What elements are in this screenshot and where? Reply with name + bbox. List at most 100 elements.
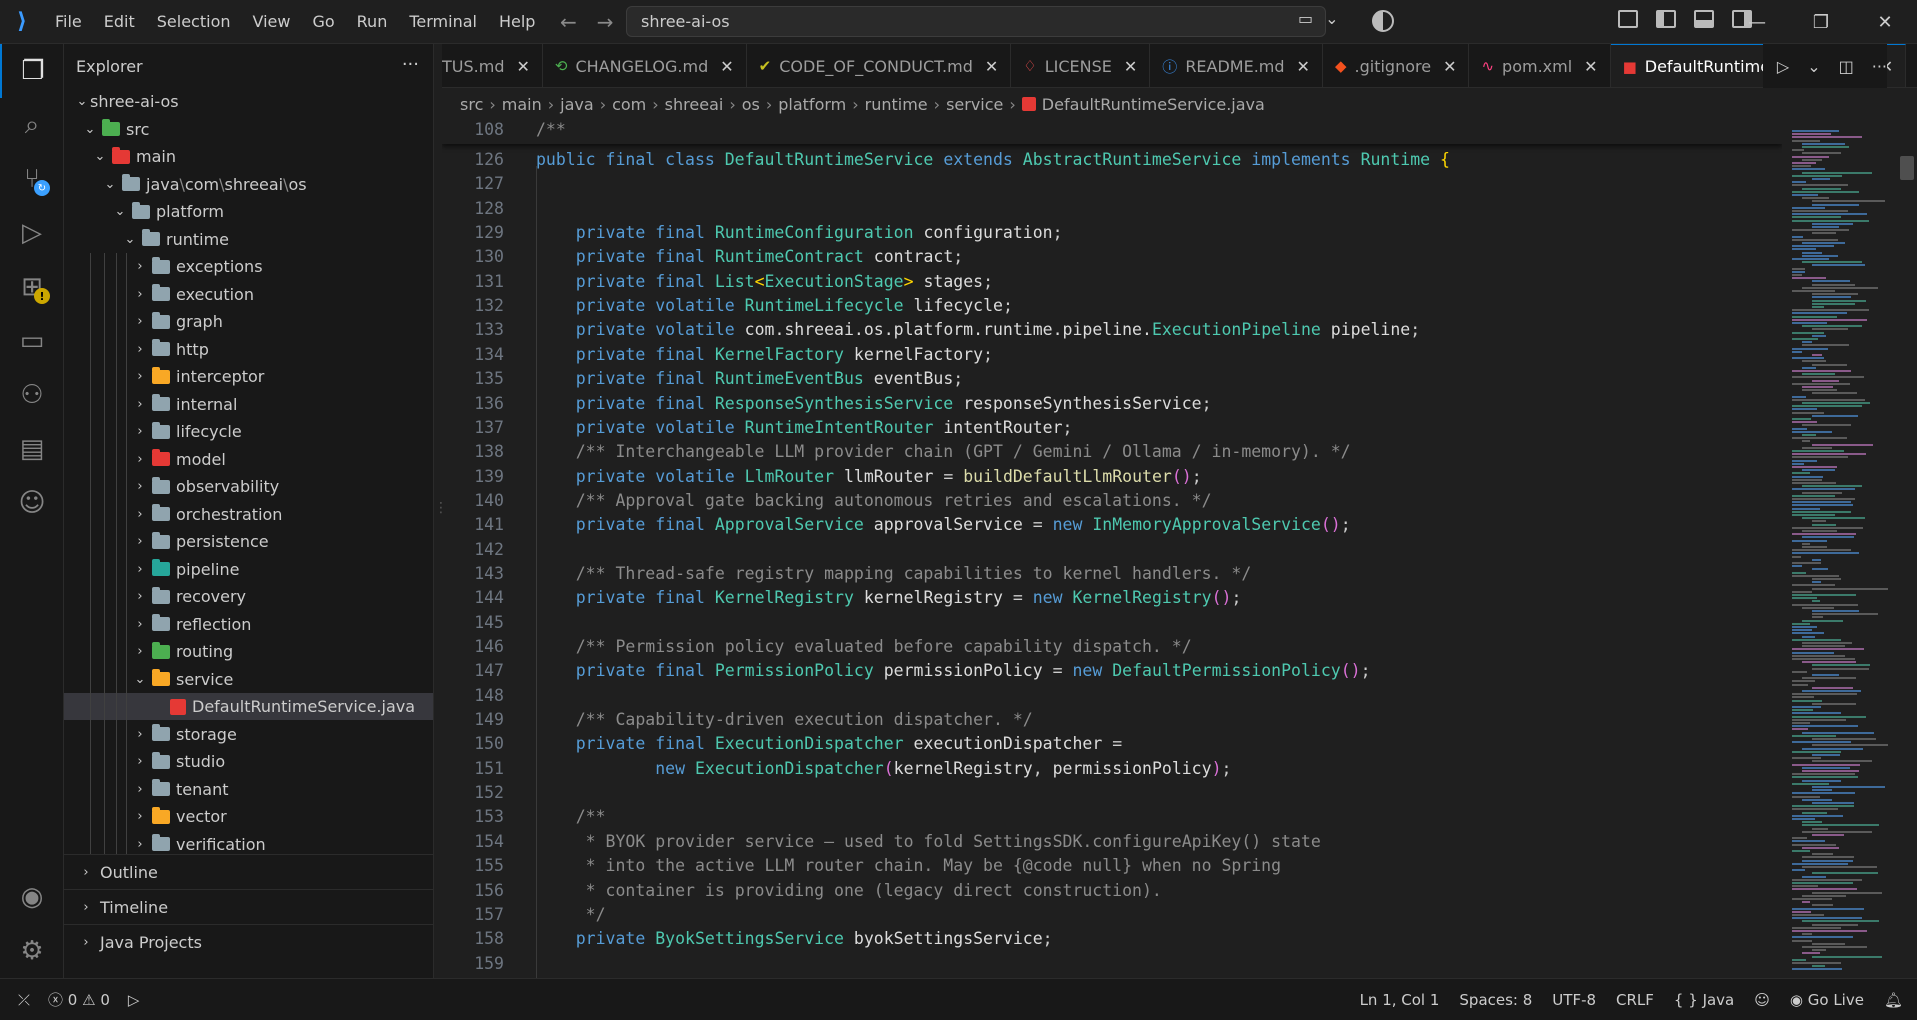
more-actions-icon[interactable]: ··· bbox=[402, 54, 419, 75]
run-debug-status-icon[interactable]: ▷ bbox=[128, 991, 140, 1009]
breadcrumb-item[interactable]: service bbox=[946, 95, 1003, 114]
tree-folder-reflection[interactable]: › reflection bbox=[64, 611, 433, 638]
tree-folder-exceptions[interactable]: › exceptions bbox=[64, 253, 433, 280]
code-line[interactable]: 145 bbox=[442, 611, 1782, 635]
customize-layout-icon[interactable] bbox=[1618, 10, 1638, 28]
breadcrumb-item[interactable]: platform bbox=[778, 95, 846, 114]
line-ending[interactable]: CRLF bbox=[1616, 991, 1654, 1009]
accounts-shield-icon[interactable] bbox=[1372, 10, 1394, 32]
code-line[interactable]: 140 /** Approval gate backing autonomous… bbox=[442, 489, 1782, 513]
code-line[interactable]: 148 bbox=[442, 684, 1782, 708]
tab-readme-md[interactable]: ⓘ README.md ✕ bbox=[1150, 44, 1323, 87]
tree-folder-recovery[interactable]: › recovery bbox=[64, 583, 433, 610]
tab--gitignore[interactable]: ◆ .gitignore ✕ bbox=[1323, 44, 1470, 87]
tab-changelog-md[interactable]: ⟲ CHANGELOG.md ✕ bbox=[543, 44, 747, 87]
tree-folder-main[interactable]: ⌄ main bbox=[64, 143, 433, 170]
forward-arrow-icon[interactable]: → bbox=[597, 10, 614, 34]
menu-file[interactable]: File bbox=[44, 0, 93, 44]
run-debug-icon[interactable]: ▷ bbox=[0, 206, 64, 260]
language-mode[interactable]: { } Java bbox=[1674, 991, 1734, 1009]
split-editor-icon[interactable]: ◫ bbox=[1839, 57, 1854, 76]
tree-folder-execution[interactable]: › execution bbox=[64, 281, 433, 308]
toggle-primary-sidebar-icon[interactable] bbox=[1656, 10, 1676, 28]
code-editor[interactable]: 108 /** 126 public final class DefaultRun… bbox=[442, 120, 1782, 978]
source-control-icon[interactable]: ⑂ ↻ bbox=[0, 152, 64, 206]
tree-folder-java-path[interactable]: ⌄ java \ com \ shreeai \ os bbox=[64, 171, 433, 198]
menu-terminal[interactable]: Terminal bbox=[398, 0, 488, 44]
code-line[interactable]: 158 private ByokSettingsService byokSett… bbox=[442, 927, 1782, 951]
settings-gear-icon[interactable]: ⚙ bbox=[0, 924, 64, 978]
sticky-scroll-line[interactable]: 108 /** bbox=[442, 120, 1782, 144]
menu-edit[interactable]: Edit bbox=[93, 0, 146, 44]
code-line[interactable]: 134 private final KernelFactory kernelFa… bbox=[442, 343, 1782, 367]
code-line[interactable]: 139 private volatile LlmRouter llmRouter… bbox=[442, 465, 1782, 489]
tree-folder-service[interactable]: ⌄ service bbox=[64, 666, 433, 693]
menu-selection[interactable]: Selection bbox=[146, 0, 242, 44]
breadcrumb-item[interactable]: os bbox=[742, 95, 760, 114]
back-arrow-icon[interactable]: ← bbox=[560, 10, 577, 34]
copilot-chat-button[interactable]: ▭ ⌄ bbox=[1298, 9, 1339, 28]
menu-help[interactable]: Help bbox=[488, 0, 546, 44]
tree-folder-platform[interactable]: ⌄ platform bbox=[64, 198, 433, 225]
tree-folder-persistence[interactable]: › persistence bbox=[64, 528, 433, 555]
tab-pom-xml[interactable]: ∿ pom.xml ✕ bbox=[1469, 44, 1611, 87]
tree-folder-lifecycle[interactable]: › lifecycle bbox=[64, 418, 433, 445]
code-line[interactable]: 137 private volatile RuntimeIntentRouter… bbox=[442, 416, 1782, 440]
scrollbar-thumb[interactable] bbox=[1900, 156, 1914, 180]
cursor-position[interactable]: Ln 1, Col 1 bbox=[1360, 991, 1440, 1009]
tree-folder-studio[interactable]: › studio bbox=[64, 748, 433, 775]
code-line[interactable]: 132 private volatile RuntimeLifecycle li… bbox=[442, 294, 1782, 318]
code-line[interactable]: 136 private final ResponseSynthesisServi… bbox=[442, 392, 1782, 416]
tree-folder-tenant[interactable]: › tenant bbox=[64, 776, 433, 803]
tree-folder-storage[interactable]: › storage bbox=[64, 721, 433, 748]
menu-view[interactable]: View bbox=[242, 0, 302, 44]
tree-file-selected[interactable]: DefaultRuntimeService.java bbox=[64, 693, 433, 720]
tree-folder-model[interactable]: › model bbox=[64, 446, 433, 473]
code-line[interactable]: 127 bbox=[442, 172, 1782, 196]
breadcrumb-item[interactable]: DefaultRuntimeService.java bbox=[1042, 95, 1265, 114]
restore-button[interactable]: ❐ bbox=[1789, 0, 1853, 44]
tab-tus-md[interactable]: TUS.md ✕ bbox=[442, 44, 543, 87]
remote-icon[interactable]: ⤫ bbox=[18, 991, 30, 1009]
search-icon[interactable]: ⌕ bbox=[0, 98, 64, 152]
explorer-icon[interactable]: ❐ bbox=[0, 44, 64, 98]
code-line[interactable]: 141 private final ApprovalService approv… bbox=[442, 513, 1782, 537]
section-outline[interactable]: › Outline bbox=[64, 854, 433, 889]
tree-folder-internal[interactable]: › internal bbox=[64, 391, 433, 418]
code-line[interactable]: 143 /** Thread-safe registry mapping cap… bbox=[442, 562, 1782, 586]
close-icon[interactable]: ✕ bbox=[1124, 57, 1137, 76]
code-line[interactable]: 156 * container is providing one (legacy… bbox=[442, 879, 1782, 903]
python-icon[interactable]: ⚇ bbox=[0, 368, 64, 422]
close-icon[interactable]: ✕ bbox=[985, 57, 998, 76]
close-window-button[interactable]: ✕ bbox=[1853, 0, 1917, 44]
code-line[interactable]: 153 /** bbox=[442, 805, 1782, 829]
tree-folder-runtime[interactable]: ⌄ runtime bbox=[64, 226, 433, 253]
close-icon[interactable]: ✕ bbox=[1584, 57, 1597, 76]
chevron-down-icon[interactable]: ⌄ bbox=[1807, 57, 1820, 76]
tree-folder-observability[interactable]: › observability bbox=[64, 473, 433, 500]
menu-go[interactable]: Go bbox=[301, 0, 345, 44]
menu-run[interactable]: Run bbox=[346, 0, 399, 44]
indentation[interactable]: Spaces: 8 bbox=[1459, 991, 1532, 1009]
breadcrumb-item[interactable]: java bbox=[560, 95, 594, 114]
section-timeline[interactable]: › Timeline bbox=[64, 889, 433, 924]
copilot-status-icon[interactable]: ☺ bbox=[1754, 991, 1770, 1009]
code-line[interactable]: 155 * into the active LLM router chain. … bbox=[442, 854, 1782, 878]
tree-folder-interceptor[interactable]: › interceptor bbox=[64, 363, 433, 390]
toggle-panel-icon[interactable] bbox=[1694, 10, 1714, 28]
tab-license[interactable]: ♢ LICENSE ✕ bbox=[1011, 44, 1151, 87]
tree-folder-src[interactable]: ⌄ src bbox=[64, 116, 433, 143]
code-line[interactable]: 147 private final PermissionPolicy permi… bbox=[442, 659, 1782, 683]
code-line[interactable]: 154 * BYOK provider service — used to fo… bbox=[442, 830, 1782, 854]
close-icon[interactable]: ✕ bbox=[516, 57, 529, 76]
code-line[interactable]: 152 bbox=[442, 781, 1782, 805]
code-line[interactable]: 129 private final RuntimeConfiguration c… bbox=[442, 221, 1782, 245]
breadcrumb-item[interactable]: com bbox=[612, 95, 646, 114]
notifications-bell-icon[interactable]: 🔔︎ bbox=[1884, 991, 1903, 1009]
minimize-button[interactable]: — bbox=[1725, 0, 1789, 44]
tree-folder-http[interactable]: › http bbox=[64, 336, 433, 363]
minimap[interactable] bbox=[1782, 120, 1912, 978]
problems-indicator[interactable]: ⓧ 0 ⚠ 0 bbox=[48, 989, 110, 1010]
close-icon[interactable]: ✕ bbox=[1297, 57, 1310, 76]
extensions-icon[interactable]: ⊞! bbox=[0, 260, 64, 314]
